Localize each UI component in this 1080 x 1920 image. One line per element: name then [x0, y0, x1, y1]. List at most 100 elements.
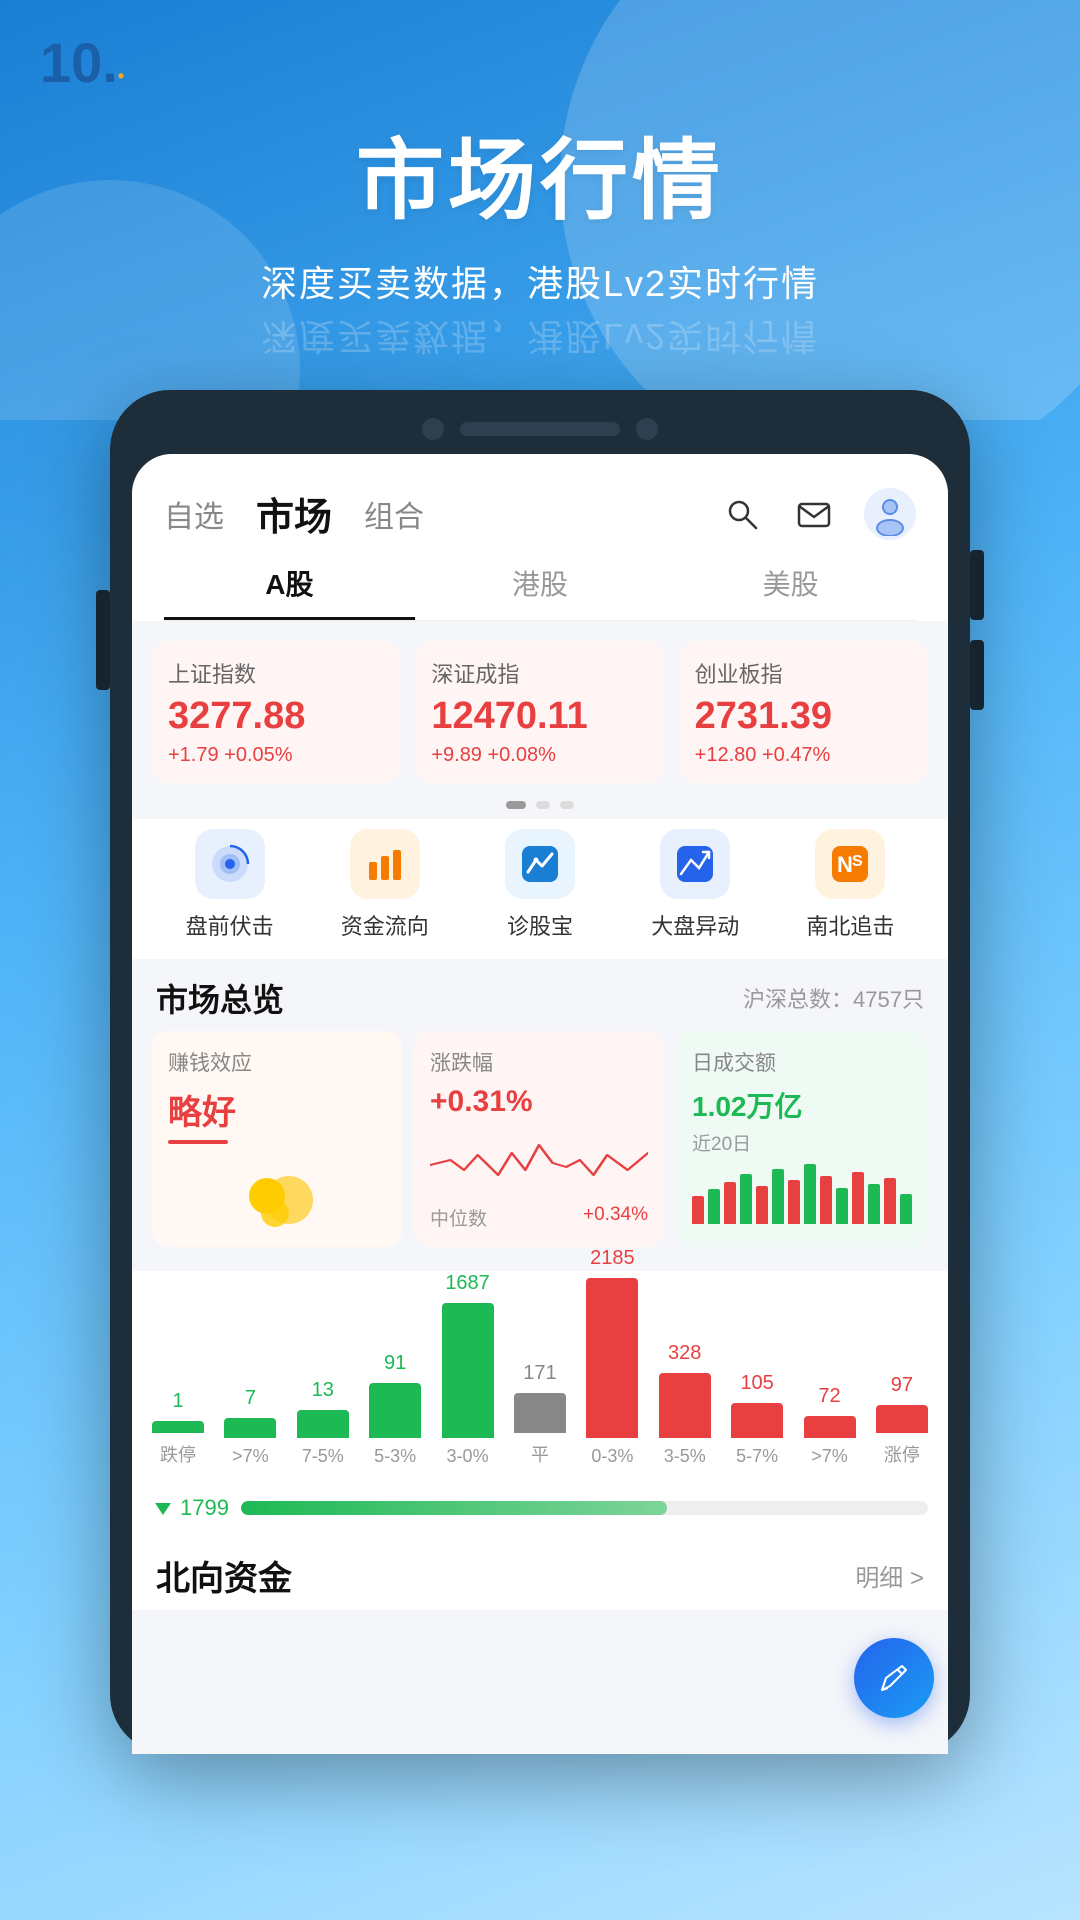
- svg-text:N: N: [837, 852, 853, 877]
- bar-dist-count: 91: [384, 1352, 406, 1375]
- hero-subtitle: 深度买卖数据，港股Lv2实时行情: [261, 255, 819, 307]
- fab-button[interactable]: [854, 1638, 934, 1718]
- rise-card-value: +0.31%: [430, 1085, 648, 1119]
- bar-dist-column: 7>7%: [224, 1387, 276, 1467]
- tool-icon-zijin: [350, 829, 420, 899]
- volume-bar: [868, 1184, 880, 1224]
- bar-dist-label: 涨停: [884, 1441, 920, 1467]
- volume-bar: [724, 1182, 736, 1224]
- market-overview-cards: 赚钱效应 略好 涨跌幅 +0.31%: [132, 1031, 948, 1263]
- index-changes-chuangye: +12.80 +0.47%: [695, 744, 912, 767]
- bar-dist-bar: [731, 1403, 783, 1438]
- progress-row: 1799: [132, 1495, 948, 1535]
- phone-mockup: 自选 市场 组合: [0, 390, 1080, 1754]
- bar-dist-count: 72: [818, 1385, 840, 1408]
- tool-icon-dapan: [660, 829, 730, 899]
- bar-dist-count: 105: [740, 1372, 773, 1395]
- dot-1: [506, 801, 526, 809]
- bar-dist-bar: [876, 1405, 928, 1433]
- bar-dist-column: 91 5-3%: [369, 1352, 421, 1467]
- bar-dist-bar: [152, 1421, 204, 1433]
- bar-dist-bar: [586, 1278, 638, 1438]
- bar-dist-label: 平: [531, 1441, 549, 1467]
- volume-bar: [884, 1178, 896, 1224]
- tool-label-panqian: 盘前伏击: [186, 909, 274, 941]
- bar-dist-column: 72>7%: [804, 1385, 856, 1467]
- earn-card[interactable]: 赚钱效应 略好: [152, 1031, 402, 1247]
- tool-icon-zhenggu: [505, 829, 575, 899]
- tab-us-stock[interactable]: 美股: [665, 563, 916, 620]
- rise-card[interactable]: 涨跌幅 +0.31% 中位数 +0.34%: [414, 1031, 664, 1247]
- tool-panqian[interactable]: 盘前伏击: [152, 829, 307, 941]
- rise-card-sub-value: +0.34%: [583, 1204, 648, 1231]
- bar-dist-label: >7%: [232, 1446, 269, 1467]
- index-card-shanghai[interactable]: 上证指数 3277.88 +1.79 +0.05%: [152, 641, 401, 783]
- progress-bar-fill: [241, 1501, 667, 1515]
- bar-dist-count: 2185: [590, 1247, 635, 1270]
- volume-card-value: 1.02万亿: [692, 1085, 912, 1125]
- down-count: 1799: [152, 1495, 229, 1521]
- index-card-shenzhen[interactable]: 深证成指 12470.11 +9.89 +0.08%: [415, 641, 664, 783]
- bar-dist-count: 13: [312, 1379, 334, 1402]
- bar-dist-label: 跌停: [160, 1441, 196, 1467]
- rise-chart: [430, 1125, 648, 1200]
- index-changes-shenzhen: +9.89 +0.08%: [431, 744, 648, 767]
- market-overview-header: 市场总览 沪深总数：4757只: [132, 959, 948, 1031]
- circle-decoration-2: [0, 180, 300, 420]
- volume-bar: [900, 1194, 912, 1224]
- dot-2: [536, 801, 550, 809]
- bar-dist-column: 3283-5%: [659, 1342, 711, 1467]
- volume-down-button: [970, 640, 984, 710]
- bar-dist-bar: [514, 1393, 566, 1433]
- front-camera: [422, 418, 444, 440]
- market-overview-meta: 沪深总数：4757只: [743, 982, 924, 1014]
- tab-a-stock[interactable]: A股: [164, 563, 415, 620]
- bar-dist-count: 1687: [445, 1272, 490, 1295]
- volume-card[interactable]: 日成交额 1.02万亿 近20日: [676, 1031, 928, 1247]
- avatar-button[interactable]: [864, 488, 916, 540]
- app-header: 自选 市场 组合: [132, 454, 948, 621]
- tool-zijin[interactable]: 资金流向: [307, 829, 462, 941]
- tab-zuhe[interactable]: 组合: [364, 488, 424, 540]
- volume-bar: [692, 1196, 704, 1224]
- index-label-shenzhen: 深证成指: [431, 657, 648, 689]
- volume-up-button: [970, 550, 984, 620]
- bar-dist-label: 5-3%: [374, 1446, 416, 1467]
- tool-dapan[interactable]: 大盘异动: [618, 829, 773, 941]
- volume-bar: [836, 1188, 848, 1224]
- tab-zixuan[interactable]: 自选: [164, 488, 224, 540]
- tool-icon-panqian: [195, 829, 265, 899]
- header-tabs: 自选 市场 组合: [164, 482, 424, 545]
- search-button[interactable]: [720, 492, 764, 536]
- tool-nanbei[interactable]: N S 南北追击: [773, 829, 928, 941]
- phone-body: 自选 市场 组合: [110, 390, 970, 1754]
- stock-tabs: A股 港股 美股: [164, 563, 916, 621]
- volume-bar: [756, 1186, 768, 1224]
- north-capital-more[interactable]: 明细 >: [855, 1558, 924, 1593]
- bar-dist-column: 1055-7%: [731, 1372, 783, 1467]
- index-cards-section: 上证指数 3277.88 +1.79 +0.05% 深证成指 12470.11 …: [132, 621, 948, 797]
- header-icons: [720, 488, 916, 540]
- index-card-chuangye[interactable]: 创业板指 2731.39 +12.80 +0.47%: [679, 641, 928, 783]
- north-capital-title: 北向资金: [156, 1551, 292, 1600]
- volume-bar: [820, 1176, 832, 1224]
- tool-label-dapan: 大盘异动: [651, 909, 739, 941]
- bar-dist-label: 3-5%: [664, 1446, 706, 1467]
- bar-dist-column: 1跌停: [152, 1390, 204, 1467]
- hero-title: 市场行情: [356, 110, 724, 237]
- header-nav: 自选 市场 组合: [164, 482, 916, 545]
- phone-speaker: [460, 422, 620, 436]
- tab-shichang[interactable]: 市场: [256, 482, 332, 545]
- app-screen: 自选 市场 组合: [132, 454, 948, 1754]
- bar-dist-label: 7-5%: [302, 1446, 344, 1467]
- bar-dist-column: 16873-0%: [442, 1272, 494, 1467]
- volume-card-label: 日成交额: [692, 1047, 912, 1077]
- market-overview-title: 市场总览: [156, 975, 284, 1021]
- bar-dist-column: 97涨停: [876, 1374, 928, 1467]
- volume-bar: [708, 1189, 720, 1224]
- bar-dist-column: 171平: [514, 1362, 566, 1467]
- tab-hk-stock[interactable]: 港股: [415, 563, 666, 620]
- tool-zhenggu[interactable]: 诊股宝: [462, 829, 617, 941]
- mail-button[interactable]: [792, 492, 836, 536]
- volume-bar: [852, 1172, 864, 1224]
